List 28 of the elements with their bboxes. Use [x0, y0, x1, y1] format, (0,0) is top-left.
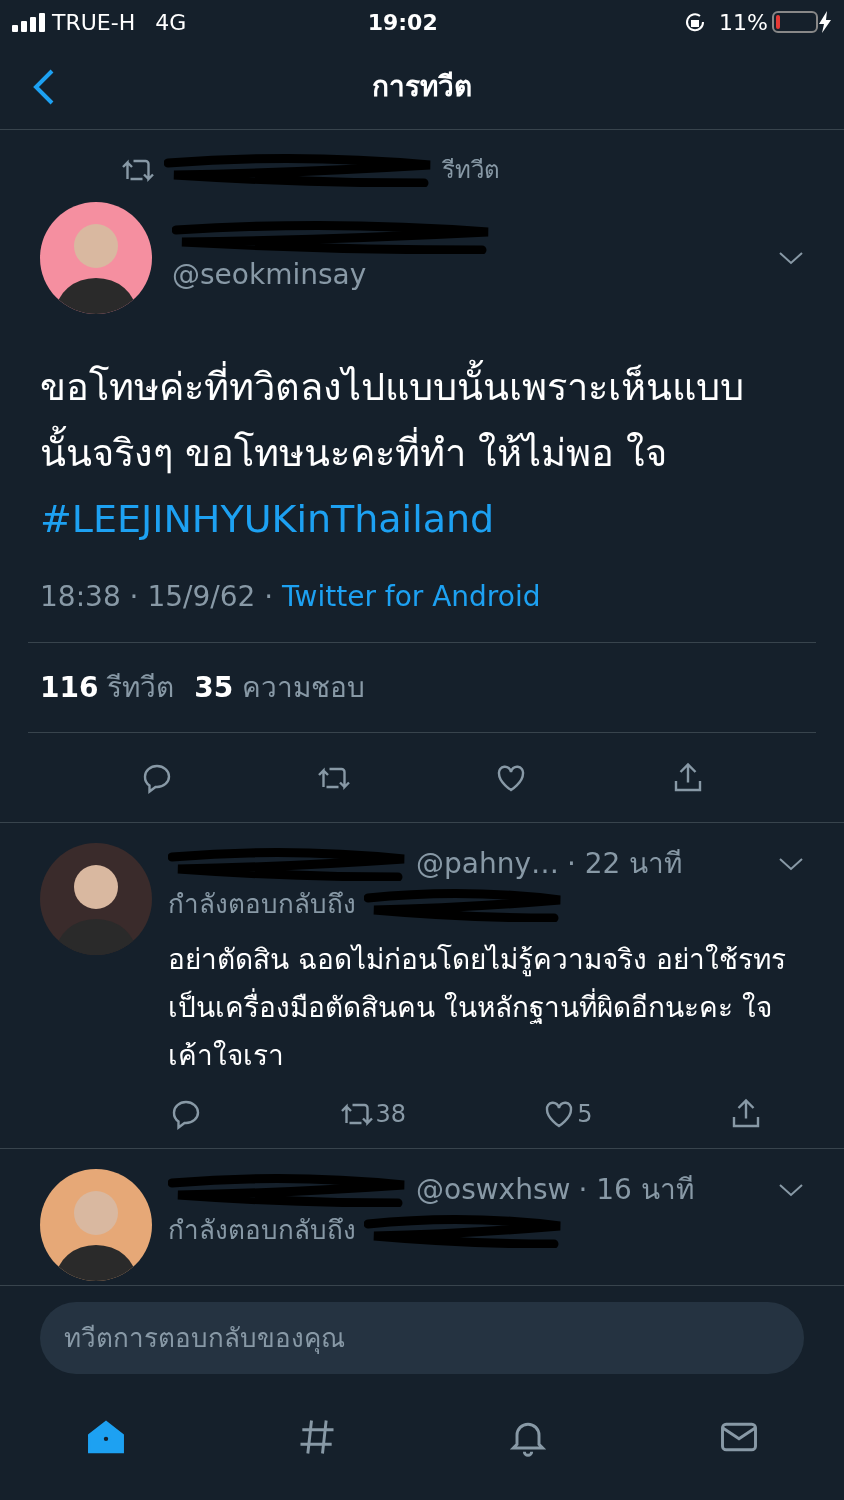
chevron-down-icon[interactable]	[778, 856, 804, 872]
chevron-down-icon[interactable]	[778, 1182, 804, 1198]
user-handle[interactable]: @seokminsay	[172, 254, 758, 296]
reply-like-count: 5	[577, 1099, 593, 1130]
tweet-meta: 18:38 · 15/9/62 · Twitter for Android	[40, 579, 542, 615]
back-icon[interactable]	[32, 67, 56, 106]
retweeted-by-label: รีทวีต	[442, 155, 500, 186]
tweet-text: ขอโทษค่ะที่ทวิตลงไปแบบนั้นเพราะเห็นแบบนั้นจริงๆ ขอโทษนะคะที่ทำ ให้ไม่พอ ใจ #LEEJINHYUKinThailand	[40, 354, 804, 552]
reply-input[interactable]: ทวีตการตอบกลับของคุณ	[40, 1302, 804, 1374]
clock-text: 19:02	[366, 8, 439, 37]
battery-percent: 11%	[719, 8, 768, 37]
network-text: 4G	[155, 8, 187, 37]
header-title: การทวีต	[371, 68, 473, 105]
replying-to-label: กำลังตอบกลับถึง	[168, 888, 356, 921]
chevron-down-icon[interactable]	[778, 250, 804, 266]
reply-handle[interactable]: @pahny…	[416, 843, 559, 885]
source-link[interactable]: Twitter for Android	[282, 580, 541, 613]
like-count[interactable]: 35 ความชอบ	[194, 666, 366, 709]
reply-retweet-count: 38	[375, 1099, 406, 1130]
replying-to-label: กำลังตอบกลับถึง	[168, 1214, 356, 1247]
signal-icon	[12, 12, 48, 32]
reply-time: · 16 นาที	[578, 1172, 695, 1208]
reply-text: อย่าตัดสิน ฉอดไม่ก่อนโดยไม่รู้ความจริง อย่าใช้รทรเป็นเครื่องมือตัดสินคน ในหลักฐานที่ผิดอีกนะคะ ใจเค้าใจเรา	[168, 942, 787, 1074]
retweet-count[interactable]: 116 รีทวีต	[40, 666, 175, 709]
hashtag-link[interactable]: #LEEJINHYUKinThailand	[40, 497, 495, 541]
carrier-text: TRUE-H	[52, 8, 136, 37]
reply-handle[interactable]: @oswxhsw	[416, 1169, 571, 1211]
reply-time: · 22 นาที	[567, 846, 684, 882]
